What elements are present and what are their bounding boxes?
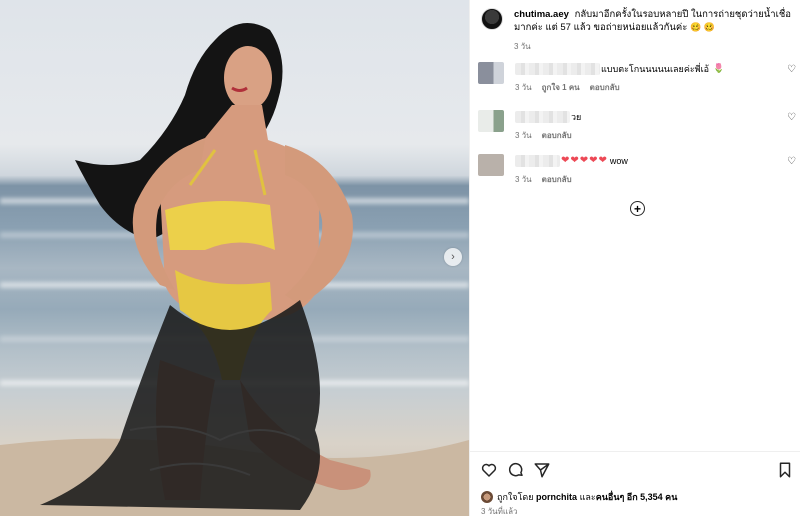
comment-time[interactable]: 3 วัน [515,173,532,186]
avatar[interactable] [478,62,504,84]
blurred-username [515,110,570,123]
post-image: › [0,0,469,516]
avatar [481,491,493,503]
comment-item: ❤❤❤❤❤ wow 3 วัน ตอบกลับ ♡ [478,154,796,186]
avatar[interactable] [478,154,504,176]
comment-item: วย 3 วัน ตอบกลับ ♡ [478,110,796,142]
likes-user[interactable]: pornchita [536,492,577,502]
woman-figure [0,22,469,516]
comment-time[interactable]: 3 วัน [515,129,532,142]
caption-username[interactable]: chutima.aey [514,9,569,20]
comment-text: wow [609,155,628,166]
comment-text: วย [571,111,582,122]
avatar[interactable] [481,8,503,30]
action-bar: ถูกใจโดย pornchita และ คนอื่นๆ อีก 5,354… [470,451,800,516]
reply-button[interactable]: ตอบกลับ [590,81,620,94]
load-more-comments-button[interactable]: + [630,201,645,216]
blurred-username [515,62,600,75]
heart-icon[interactable]: ♡ [787,112,796,123]
caption-emoji: 🥴 🥴 [690,22,715,32]
post-sidebar: chutima.aey กลับมาอีกครั้งในรอบหลายปี ใน… [469,0,800,516]
likes-middle: และ [579,492,596,502]
chevron-right-icon: › [451,251,455,263]
share-icon[interactable] [533,461,551,479]
comment-text: แบบตะโกนนนนนเลยค่ะพี่เอ้ [601,63,710,74]
likes-prefix: ถูกใจโดย [497,492,534,502]
reply-button[interactable]: ตอบกลับ [542,129,572,142]
avatar[interactable] [478,110,504,132]
comment-time[interactable]: 3 วัน [515,81,532,94]
comment-emoji: 🌷 [713,63,725,73]
post-time: 3 วันที่แล้ว [481,507,518,516]
comment-icon[interactable] [507,461,525,479]
caption-time[interactable]: 3 วัน [514,40,794,53]
bookmark-icon[interactable] [776,461,794,479]
heart-icon[interactable]: ♡ [787,156,796,167]
likes-others[interactable]: คนอื่นๆ อีก 5,354 คน [596,490,678,504]
reply-button[interactable]: ตอบกลับ [542,173,572,186]
plus-circle-icon: + [633,201,641,216]
post-caption: chutima.aey กลับมาอีกครั้งในรอบหลายปี ใน… [481,8,796,53]
next-image-button[interactable]: › [444,248,462,266]
likes-summary: ถูกใจโดย pornchita และ คนอื่นๆ อีก 5,354… [481,490,677,504]
comment-item: แบบตะโกนนนนนเลยค่ะพี่เอ้ 🌷 3 วัน ถูกใจ 1… [478,62,796,94]
comment-likes[interactable]: ถูกใจ 1 คน [542,81,580,94]
blurred-username [515,154,560,167]
comment-hearts: ❤❤❤❤❤ [561,155,608,166]
heart-icon[interactable] [480,461,498,479]
heart-icon[interactable]: ♡ [787,64,796,75]
